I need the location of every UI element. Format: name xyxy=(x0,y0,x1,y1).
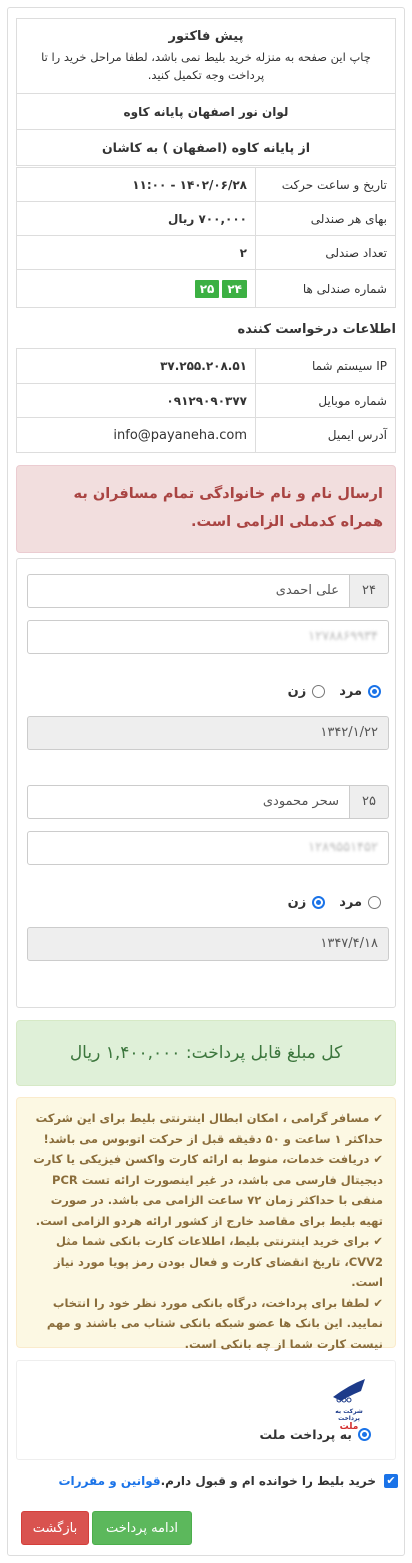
check-icon: ✔ xyxy=(373,1234,383,1248)
gender-female-label: زن xyxy=(287,683,307,699)
mellat-bank-logo: شرکت به پرداخت ملت xyxy=(327,1375,371,1432)
seat-number-addon: ۲۵ xyxy=(349,785,389,819)
table-row: IP سیستم شما ۳۷.۲۵۵.۲۰۸.۵۱ xyxy=(16,348,396,384)
row-label: تعداد صندلی xyxy=(255,235,396,270)
terms-text: خرید بلیط را خوانده ام و قبول دارم. xyxy=(160,1474,376,1488)
notices-alert: ✔مسافر گرامی ، امکان ابطال اینترنتی بلیط… xyxy=(16,1097,396,1351)
seat-numbers: ۲۴۲۵ xyxy=(16,269,256,308)
passenger-name-input[interactable]: علی احمدی xyxy=(27,574,350,608)
table-row: شماره صندلی ها ۲۴۲۵ xyxy=(16,269,396,308)
notice-item: ✔مسافر گرامی ، امکان ابطال اینترنتی بلیط… xyxy=(35,1111,383,1146)
birth-date-field[interactable]: ۱۳۴۷/۴/۱۸ xyxy=(27,927,389,961)
national-code-value: ۱۲۷۸۸۶۹۹۳۴ xyxy=(308,629,378,644)
trip-details-table: تاریخ و ساعت حرکت ۱۴۰۲/۰۶/۲۸ - ۱۱:۰۰ بها… xyxy=(16,167,396,308)
notice-item: ✔دریافت خدمات، منوط به ارائه کارت واکسن … xyxy=(33,1152,383,1228)
bank-selection: شرکت به پرداخت ملت به پرداخت ملت xyxy=(16,1360,396,1460)
requester-table: IP سیستم شما ۳۷.۲۵۵.۲۰۸.۵۱ شماره موبایل … xyxy=(16,348,396,453)
bank-radio[interactable] xyxy=(358,1428,371,1441)
seat-price: ۷۰۰,۰۰۰ ریال xyxy=(16,201,256,236)
required-info-alert: ارسال نام و نام خانوادگی تمام مسافران به… xyxy=(16,465,396,553)
back-button[interactable]: بازگشت xyxy=(21,1511,89,1545)
terms-agreement: ✔ خرید بلیط را خوانده ام و قبول دارم. قو… xyxy=(55,1474,398,1488)
passenger-name-input[interactable]: سحر محمودی xyxy=(27,785,350,819)
gender-male-radio[interactable] xyxy=(368,684,381,698)
mobile-number: ۰۹۱۲۹۰۹۰۳۷۷ xyxy=(16,383,256,418)
table-row: آدرس ایمیل info@payaneha.com xyxy=(16,417,396,453)
table-row: تعداد صندلی ۲ xyxy=(16,235,396,270)
invoice-description: چاپ این صفحه به منزله خرید بلیط نمی باشد… xyxy=(41,50,371,82)
row-label: IP سیستم شما xyxy=(255,348,396,384)
logo-caption: شرکت به پرداخت xyxy=(335,1408,363,1422)
passenger-forms: ۲۴ علی احمدی ۱۲۷۸۸۶۹۹۳۴ مرد زن ۱۳۴۲/۱/۲۲… xyxy=(16,558,396,1008)
total-amount-alert: کل مبلغ قابل پرداخت: ۱,۴۰۰,۰۰۰ ریال xyxy=(16,1020,396,1086)
table-row: شماره موبایل ۰۹۱۲۹۰۹۰۳۷۷ xyxy=(16,383,396,418)
row-label: آدرس ایمیل xyxy=(255,417,396,453)
gender-female-radio[interactable] xyxy=(312,684,326,698)
national-code-input[interactable]: ۱۲۸۹۵۵۱۴۵۲ xyxy=(27,831,389,865)
gender-male-label: مرد xyxy=(339,683,362,699)
seat-number-addon: ۲۴ xyxy=(349,574,389,608)
seat-badge: ۲۵ xyxy=(194,279,220,298)
row-label: تاریخ و ساعت حرکت xyxy=(255,167,396,202)
bank-option-label: به پرداخت ملت xyxy=(259,1427,352,1442)
invoice-header: پیش فاکتور چاپ این صفحه به منزله خرید بل… xyxy=(16,18,396,166)
terms-checkbox[interactable]: ✔ xyxy=(384,1474,398,1488)
invoice-title: پیش فاکتور xyxy=(168,29,244,44)
table-row: تاریخ و ساعت حرکت ۱۴۰۲/۰۶/۲۸ - ۱۱:۰۰ xyxy=(16,167,396,202)
national-code-value: ۱۲۸۹۵۵۱۴۵۲ xyxy=(308,840,378,855)
table-row: بهای هر صندلی ۷۰۰,۰۰۰ ریال xyxy=(16,201,396,236)
terms-link[interactable]: قوانین و مقررات xyxy=(59,1474,161,1488)
row-label: شماره موبایل xyxy=(255,383,396,418)
seat-badge: ۲۴ xyxy=(222,279,247,298)
national-code-input[interactable]: ۱۲۷۸۸۶۹۹۳۴ xyxy=(27,620,389,654)
check-icon: ✔ xyxy=(373,1152,383,1166)
check-icon: ✔ xyxy=(373,1295,383,1310)
seat-count: ۲ xyxy=(16,235,256,270)
notice-item: ✔برای خرید اینترنتی بلیط، اطلاعات کارت ب… xyxy=(54,1234,383,1289)
row-label: بهای هر صندلی xyxy=(255,201,396,236)
birth-date-field[interactable]: ۱۳۴۲/۱/۲۲ xyxy=(27,716,389,750)
bank-option[interactable]: به پرداخت ملت xyxy=(260,1427,371,1442)
trip-route: از پایانه کاوه (اصفهان ) به کاشان xyxy=(16,129,396,166)
gender-female-radio[interactable] xyxy=(312,895,326,909)
ip-address: ۳۷.۲۵۵.۲۰۸.۵۱ xyxy=(16,348,256,384)
check-icon: ✔ xyxy=(373,1111,383,1125)
gender-male-radio[interactable] xyxy=(368,895,381,909)
notice-item: ✔لطفا برای پرداخت، درگاه بانکی مورد نظر … xyxy=(46,1295,383,1351)
departure-datetime: ۱۴۰۲/۰۶/۲۸ - ۱۱:۰۰ xyxy=(16,167,256,202)
mellat-logo-mark xyxy=(333,1379,365,1403)
bus-company: لوان نور اصفهان پایانه کاوه xyxy=(16,93,396,130)
row-label: شماره صندلی ها xyxy=(255,269,396,308)
email-address: info@payaneha.com xyxy=(16,417,256,453)
gender-male-label: مرد xyxy=(339,894,362,910)
gender-female-label: زن xyxy=(287,894,307,910)
gender-selector: مرد زن xyxy=(274,892,381,912)
gender-selector: مرد زن xyxy=(274,681,381,701)
requester-section-title: اطلاعات درخواست کننده xyxy=(237,322,396,337)
continue-payment-button[interactable]: ادامه پرداخت xyxy=(92,1511,192,1545)
